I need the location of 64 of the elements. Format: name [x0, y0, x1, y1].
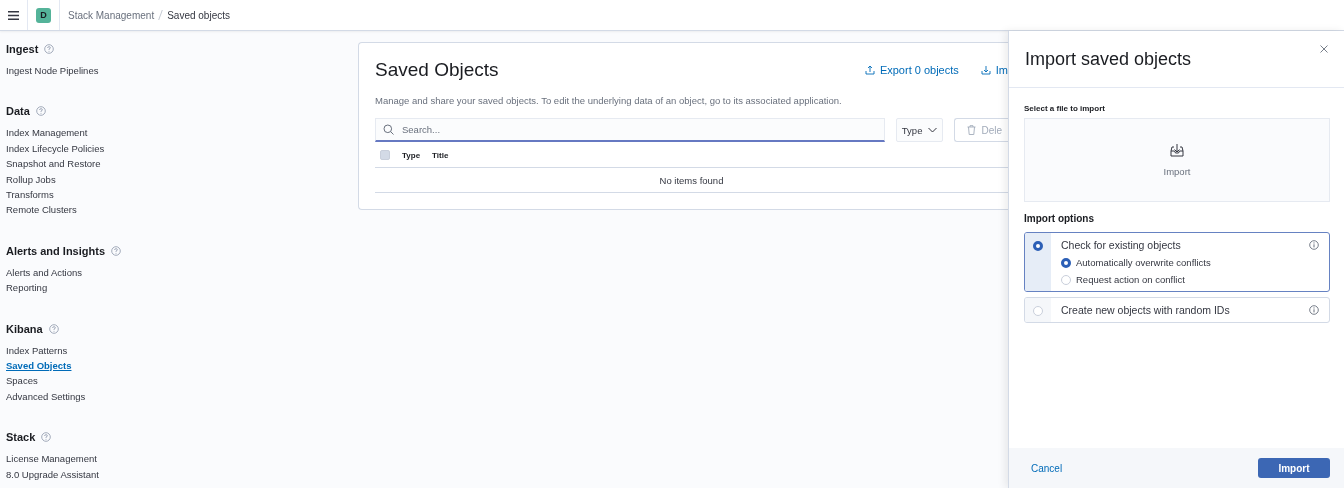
section-title: Ingest [6, 43, 39, 55]
search-field[interactable]: Search... [375, 118, 885, 142]
sidebar-item[interactable]: Reporting [6, 280, 344, 296]
sidebar-item[interactable]: Index Lifecycle Policies [6, 140, 344, 157]
section-title: Stack [6, 431, 36, 444]
space-avatar[interactable]: D [36, 7, 51, 23]
sidebar-item[interactable]: License Management [6, 451, 344, 467]
radio-button[interactable] [1061, 257, 1071, 268]
sidebar-item[interactable]: Index Patterns [6, 342, 344, 359]
info-icon [1309, 240, 1319, 250]
import-option-card[interactable]: Check for existing objects Automatically overwrite conflicts Request action on conflict [1024, 232, 1330, 292]
cancel-button[interactable]: Cancel [1031, 462, 1063, 474]
field-label: Select a file to import [1024, 104, 1106, 113]
menu-icon [8, 10, 19, 20]
sidebar-item[interactable]: Spaces [6, 373, 344, 389]
search-input[interactable]: Search... [402, 119, 884, 140]
section-title: Import options [1024, 213, 1095, 224]
radio-button[interactable] [1033, 241, 1043, 251]
sidebar-item[interactable]: Alerts and Actions [6, 264, 344, 281]
flyout-title: Import saved objects [1025, 49, 1192, 70]
section-title: Data [6, 105, 30, 118]
import-icon [1170, 143, 1184, 157]
column-header[interactable]: Type [402, 150, 421, 160]
export-button[interactable]: Export 0 objects [864, 64, 959, 76]
option-label: Check for existing objects [1061, 239, 1181, 251]
type-filter-button[interactable]: Type [895, 118, 944, 142]
sidebar-item[interactable]: Ingest Node Pipelines [6, 63, 344, 79]
sidebar-item[interactable]: Remote Clusters [6, 202, 344, 218]
select-all-checkbox[interactable] [380, 150, 390, 160]
chevron-down-icon [928, 127, 938, 133]
sidebar-item[interactable]: Transforms [6, 187, 344, 203]
sidebar-item[interactable]: Snapshot and Restore [6, 156, 344, 172]
help-icon [48, 323, 59, 334]
file-dropzone[interactable]: Import [1024, 118, 1330, 202]
sidebar-item[interactable]: Advanced Settings [6, 388, 344, 405]
close-icon [1320, 45, 1328, 53]
trash-icon [967, 125, 977, 135]
option-label: Automatically overwrite conflicts [1076, 257, 1211, 268]
info-icon [1309, 305, 1319, 315]
help-icon [41, 432, 52, 443]
column-header[interactable]: Title [432, 150, 449, 160]
sidebar-item[interactable]: 8.0 Upgrade Assistant [6, 466, 344, 483]
import-button[interactable]: Im [980, 64, 1008, 76]
option-label: Create new objects with random IDs [1061, 304, 1230, 316]
import-icon [980, 65, 991, 75]
sidebar-item[interactable]: Rollup Jobs [6, 171, 344, 188]
help-icon [44, 44, 55, 54]
breadcrumb[interactable]: Stack Management [68, 9, 155, 21]
breadcrumb[interactable]: Saved objects [167, 9, 230, 21]
sidebar-item[interactable]: Index Management [6, 125, 344, 141]
help-icon [111, 245, 122, 256]
close-button[interactable] [1320, 45, 1330, 55]
search-icon [383, 124, 394, 135]
option-label: Request action on conflict [1076, 274, 1185, 285]
import-button[interactable]: Import [1258, 458, 1330, 478]
section-title: Alerts and Insights [6, 244, 106, 257]
export-icon [864, 65, 875, 75]
section-title: Kibana [6, 322, 43, 335]
sidebar-item[interactable]: Saved Objects [6, 358, 344, 374]
page-title: Saved Objects [375, 59, 500, 81]
empty-message: No items found [659, 174, 724, 186]
page-description: Manage and share your saved objects. To edit the underlying data of an object, go to its associated application. [375, 95, 843, 106]
import-option-card[interactable]: Create new objects with random IDs [1024, 297, 1330, 323]
help-icon [35, 106, 46, 117]
